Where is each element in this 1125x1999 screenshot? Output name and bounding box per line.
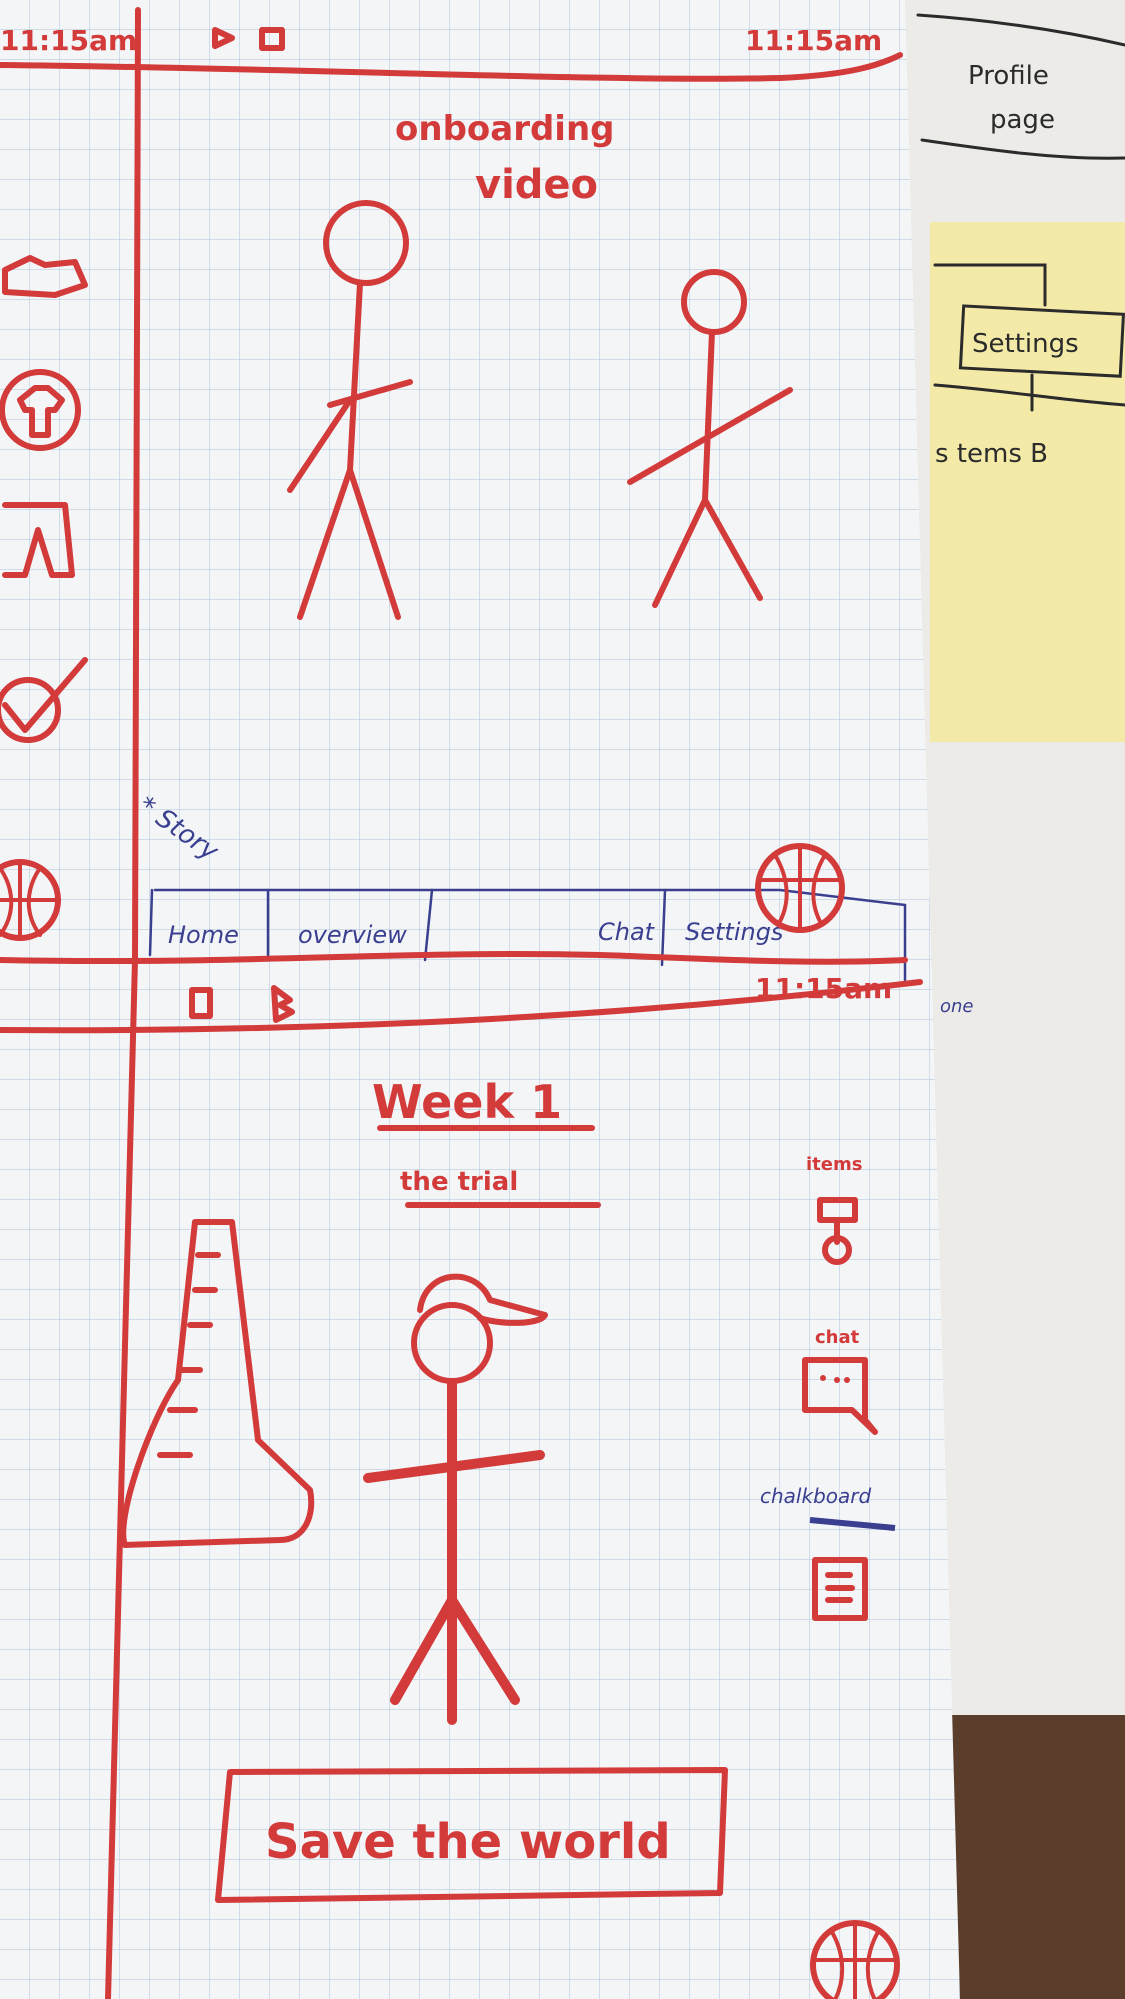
week-subtitle: the trial [400, 1167, 518, 1197]
chat-label: chat [815, 1327, 860, 1348]
profile-title: page [990, 105, 1055, 135]
nav-tab-label: overview [298, 921, 407, 949]
left-status-time: 11:15am [0, 24, 137, 57]
save-the-world-label: Save the world [265, 1814, 671, 1870]
sketch-canvas: Profile page Settings s tems B one 11:15… [0, 0, 1125, 1999]
nav-tab-label: Chat [598, 918, 656, 946]
week-title: Week 1 [372, 1075, 562, 1129]
items-label: items [806, 1154, 862, 1175]
nav-tab-label: Settings [685, 918, 783, 946]
status-time: 11:15am [745, 24, 882, 57]
profile-title: Profile [968, 61, 1049, 91]
chalkboard-label: chalkboard [760, 1484, 871, 1508]
onboarding-title: onboarding [395, 109, 615, 149]
sketch-photo: Profile page Settings s tems B one 11:15… [0, 0, 1125, 1999]
nav-tab-settings[interactable]: Settings [685, 918, 783, 946]
sticky-text: s tems B [935, 439, 1048, 469]
nav-tab-home[interactable]: Home [168, 921, 239, 949]
nav-tab-overview[interactable]: overview [298, 921, 407, 949]
margin-note: one [940, 996, 974, 1017]
sticky-note [930, 222, 1125, 742]
nav-tab-label: Home [168, 921, 239, 949]
sticky-settings-label: Settings [972, 329, 1079, 359]
nav-tab-chat[interactable]: Chat [598, 918, 656, 946]
onboarding-title: video [475, 162, 598, 208]
